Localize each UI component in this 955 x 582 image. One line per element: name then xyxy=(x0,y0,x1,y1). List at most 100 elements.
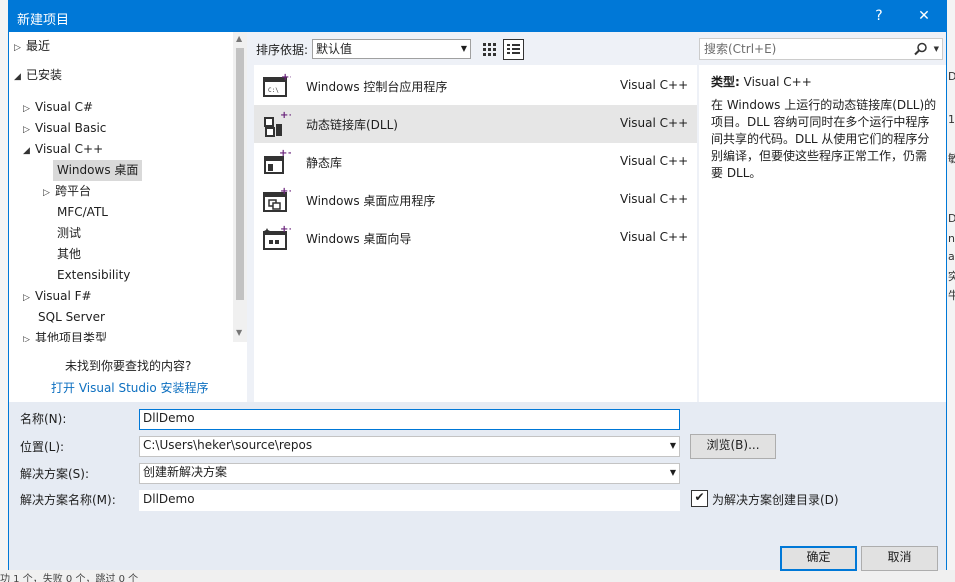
checkmark-icon: ✔ xyxy=(694,490,705,504)
template-name: 动态链接库(DLL) xyxy=(306,118,398,132)
template-row-console-app[interactable]: C:\++ Windows 控制台应用程序 Visual C++ xyxy=(254,67,697,105)
solution-name-label: 解决方案名称(M): xyxy=(20,493,116,507)
not-found-text: 未找到你要查找的内容? xyxy=(65,359,192,373)
template-language: Visual C++ xyxy=(620,116,689,130)
description-panel: 类型: Visual C++ 在 Windows 上运行的动态链接库(DLL)的… xyxy=(699,65,946,402)
solution-dropdown-value: 创建新解决方案 xyxy=(143,465,228,479)
search-options-chevron-icon[interactable]: ▼ xyxy=(934,39,939,59)
template-language: Visual C++ xyxy=(620,154,689,168)
scroll-up-icon[interactable]: ▲ xyxy=(236,34,242,43)
location-field-value: C:\Users\heker\source\repos xyxy=(143,438,313,452)
tree-scrollbar-thumb[interactable] xyxy=(236,48,244,300)
ide-fragment: 1 xyxy=(948,113,955,126)
svg-text:++: ++ xyxy=(281,72,291,83)
chevron-down-icon[interactable]: ▼ xyxy=(670,437,676,454)
name-field[interactable]: DllDemo xyxy=(139,409,680,430)
tree-item-windows-desktop[interactable]: Windows 桌面 xyxy=(53,160,143,181)
list-view-icon xyxy=(507,44,520,54)
template-row-dll[interactable]: ++ 动态链接库(DLL) Visual C++ xyxy=(254,105,697,143)
sort-dropdown[interactable]: 默认值 ▼ xyxy=(312,39,471,59)
expand-arrow-icon[interactable]: ▷ xyxy=(23,288,35,309)
tree-item-extensibility[interactable]: Extensibility xyxy=(57,265,130,286)
template-name: Windows 桌面向导 xyxy=(306,232,412,246)
location-label: 位置(L): xyxy=(20,440,65,454)
create-directory-checkbox[interactable]: ✔ xyxy=(691,490,708,507)
chevron-down-icon[interactable]: ▼ xyxy=(670,464,676,481)
desktop-app-icon: ++ xyxy=(263,186,291,212)
template-name: Windows 桌面应用程序 xyxy=(306,194,436,208)
open-installer-link[interactable]: 打开 Visual Studio 安装程序 xyxy=(51,379,209,396)
template-language: Visual C++ xyxy=(620,192,689,206)
browse-button[interactable]: 浏览(B)... xyxy=(690,434,776,459)
cancel-button[interactable]: 取消 xyxy=(861,546,938,571)
tree-item-visual-csharp[interactable]: ▷ Visual C# xyxy=(23,97,93,118)
grid-view-icon xyxy=(483,43,496,56)
template-row-desktop-wizard[interactable]: ++ Windows 桌面向导 Visual C++ xyxy=(254,219,697,257)
build-status-text: 功 1 个，失败 0 个，跳过 0 个 xyxy=(0,574,139,582)
scroll-down-icon[interactable]: ▼ xyxy=(236,328,242,337)
search-icon[interactable] xyxy=(914,42,928,56)
new-project-dialog: 新建项目 ? ✕ ▷ 最近 ◢ 已安装 ▷ Visual C# ▷ Visual Bas… xyxy=(8,0,947,571)
dll-icon: ++ xyxy=(264,110,291,137)
tree-item-test[interactable]: 测试 xyxy=(57,223,81,244)
tree-item-label: MFC/ATL xyxy=(57,205,108,219)
collapse-arrow-icon[interactable]: ◢ xyxy=(14,67,26,88)
tree-item-label: Windows 桌面 xyxy=(57,163,139,177)
grid-view-button[interactable] xyxy=(479,39,499,59)
ide-fragment: na xyxy=(948,232,955,245)
tree-item-sql-server[interactable]: SQL Server xyxy=(38,307,105,328)
tree-item-recent[interactable]: ▷ 最近 xyxy=(14,36,50,57)
list-view-button[interactable] xyxy=(503,39,524,60)
tree-item-installed[interactable]: ◢ 已安装 xyxy=(14,65,62,86)
sort-dropdown-value: 默认值 xyxy=(316,42,353,56)
template-name: Windows 控制台应用程序 xyxy=(306,80,448,94)
desktop-wizard-icon: ++ xyxy=(263,224,291,250)
expand-arrow-icon[interactable]: ▷ xyxy=(14,38,26,59)
tree-item-visual-basic[interactable]: ▷ Visual Basic xyxy=(23,118,106,139)
tree-item-cross-platform[interactable]: ▷ 跨平台 xyxy=(43,181,91,202)
static-library-icon: ++ xyxy=(264,148,291,174)
ide-fragment: 突 xyxy=(948,270,955,283)
type-value: Visual C++ xyxy=(743,75,812,89)
location-field[interactable]: C:\Users\heker\source\repos ▼ xyxy=(139,436,680,457)
tree-item-visual-fsharp[interactable]: ▷ Visual F# xyxy=(23,286,92,307)
ide-left-edge xyxy=(0,0,8,582)
ide-status-strip: 功 1 个，失败 0 个，跳过 0 个 xyxy=(0,570,955,582)
template-name: 静态库 xyxy=(306,156,343,170)
expand-arrow-icon[interactable]: ▷ xyxy=(23,120,35,141)
solution-dropdown[interactable]: 创建新解决方案 ▼ xyxy=(139,463,680,484)
sort-label: 排序依据: xyxy=(256,43,309,57)
expand-arrow-icon[interactable]: ▷ xyxy=(43,183,55,204)
collapse-arrow-icon[interactable]: ◢ xyxy=(23,141,35,162)
solution-name-field[interactable]: DllDemo xyxy=(139,490,680,511)
not-found-panel: 未找到你要查找的内容? 打开 Visual Studio 安装程序 xyxy=(9,342,247,402)
tree-item-mfc-atl[interactable]: MFC/ATL xyxy=(57,202,108,223)
ok-button[interactable]: 确定 xyxy=(780,546,857,571)
name-field-value: DllDemo xyxy=(143,411,195,425)
create-directory-label[interactable]: 为解决方案创建目录(D) xyxy=(712,491,839,508)
description-text: 在 Windows 上运行的动态链接库(DLL)的项目。DLL 容纳可同时在多个… xyxy=(711,98,937,180)
svg-text:++: ++ xyxy=(280,110,291,121)
svg-text:++: ++ xyxy=(279,148,291,159)
tree-item-label: Extensibility xyxy=(57,268,131,282)
tree-item-label: Visual C# xyxy=(35,100,94,114)
tree-item-label: 最近 xyxy=(26,39,51,53)
expand-arrow-icon[interactable]: ▷ xyxy=(23,99,35,120)
close-button[interactable]: ✕ xyxy=(902,1,946,32)
tree-item-label: 跨平台 xyxy=(55,184,92,198)
chevron-down-icon: ▼ xyxy=(460,44,467,53)
search-input[interactable]: 搜索(Ctrl+E) ▼ xyxy=(699,38,943,60)
type-line: 类型: Visual C++ xyxy=(711,73,812,90)
help-button[interactable]: ? xyxy=(857,1,901,32)
template-language: Visual C++ xyxy=(620,78,689,92)
tree-item-other[interactable]: 其他 xyxy=(57,244,81,265)
tree-item-visual-cpp[interactable]: ◢ Visual C++ xyxy=(23,139,103,160)
solution-name-field-value: DllDemo xyxy=(143,492,195,506)
template-tree: ▷ 最近 ◢ 已安装 ▷ Visual C# ▷ Visual Basic ◢ Visua… xyxy=(9,32,247,345)
ide-fragment: af xyxy=(948,250,955,263)
template-row-desktop-app[interactable]: ++ Windows 桌面应用程序 Visual C++ xyxy=(254,181,697,219)
ide-fragment: De xyxy=(948,212,955,225)
solution-label: 解决方案(S): xyxy=(20,467,90,481)
template-row-static-lib[interactable]: ++ 静态库 Visual C++ xyxy=(254,143,697,181)
ide-fragment: 敏 xyxy=(948,152,955,165)
